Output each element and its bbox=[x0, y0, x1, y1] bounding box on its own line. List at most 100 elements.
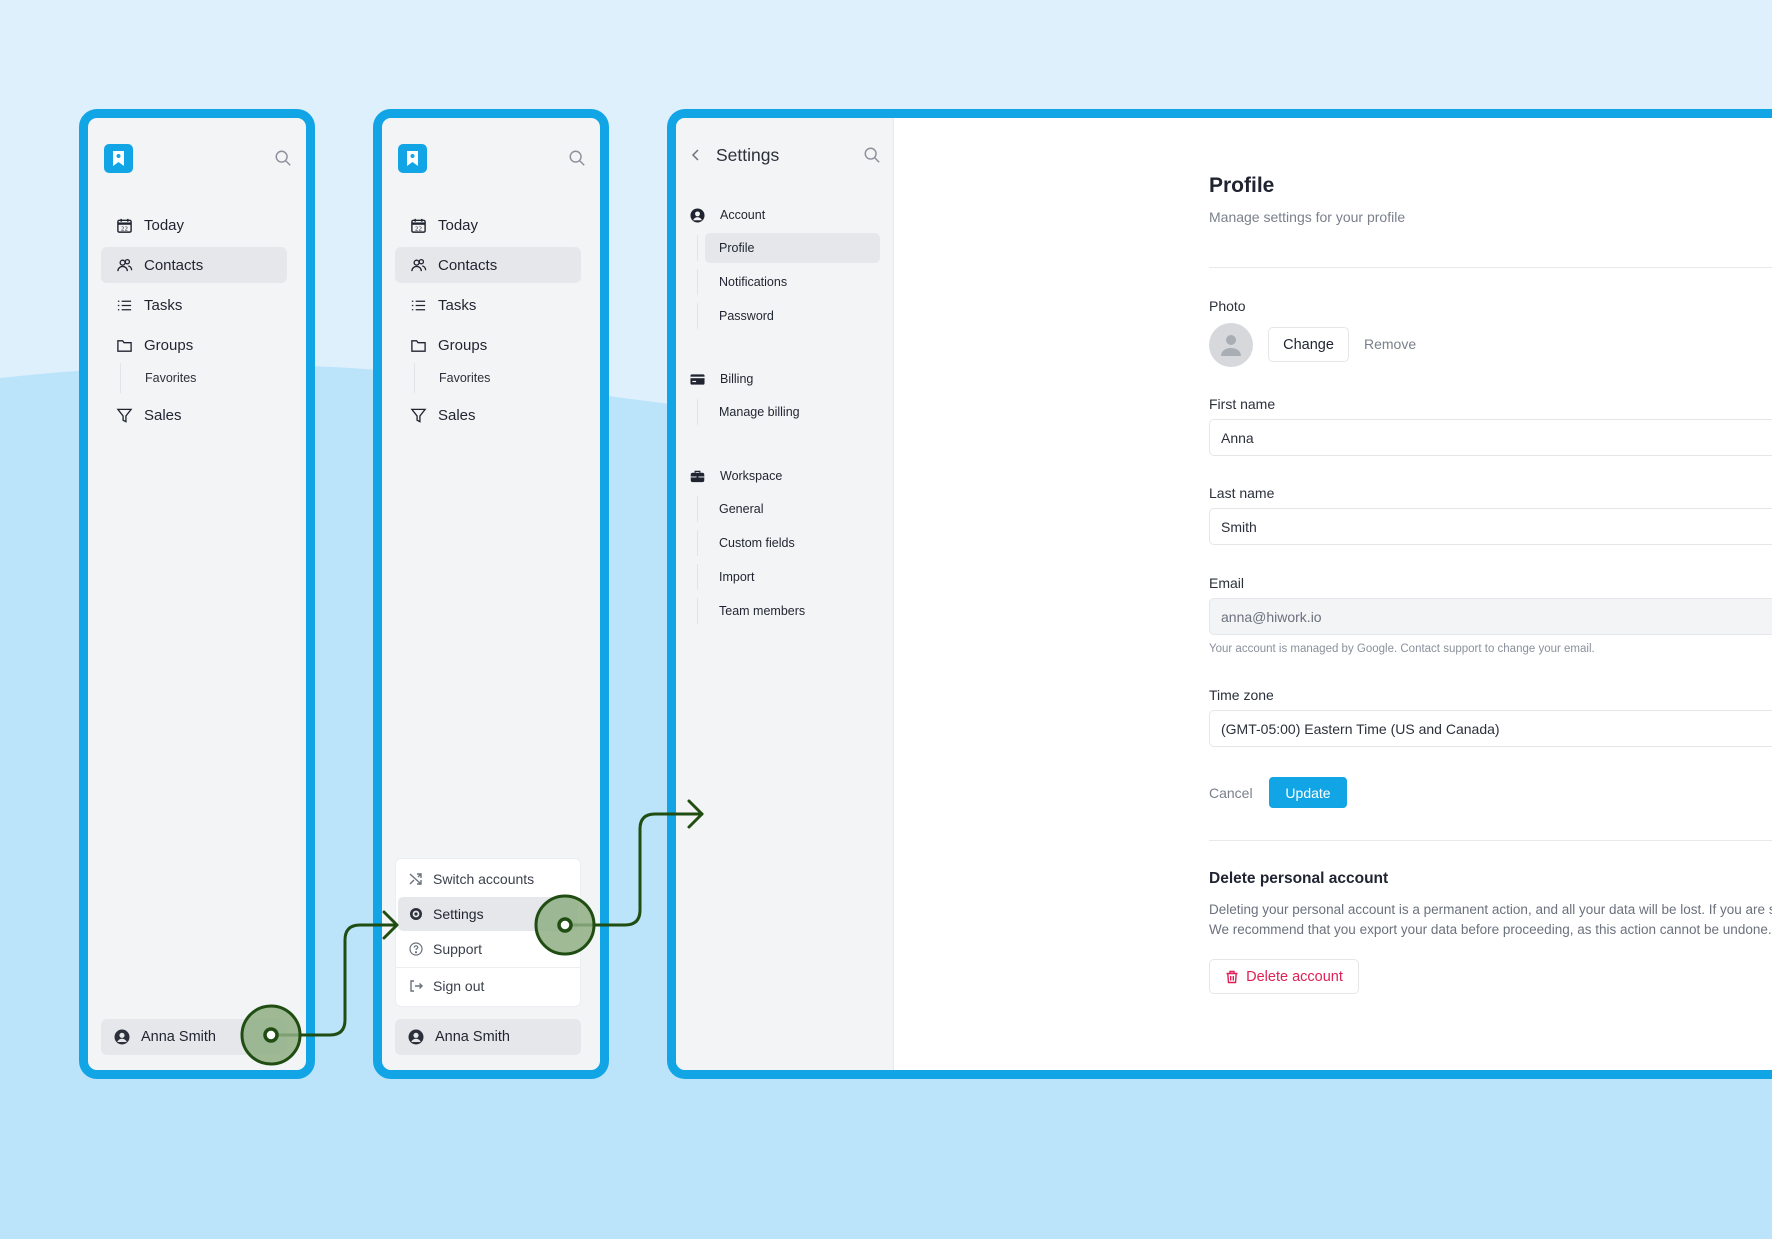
sidebar-item-today[interactable]: 22 Today bbox=[395, 207, 581, 243]
user-name: Anna Smith bbox=[435, 1029, 510, 1045]
remove-photo-button[interactable]: Remove bbox=[1364, 336, 1416, 352]
sign-out-icon bbox=[410, 980, 423, 992]
change-photo-button[interactable]: Change bbox=[1268, 327, 1349, 362]
photo-label: Photo bbox=[1209, 298, 1246, 314]
email-hint: Your account is managed by Google. Conta… bbox=[1209, 643, 1595, 655]
shuffle-icon bbox=[409, 873, 422, 885]
page-title: Profile bbox=[1209, 174, 1275, 197]
svg-text:22: 22 bbox=[414, 226, 422, 232]
sidebar-item-label: Groups bbox=[144, 336, 194, 354]
section-divider bbox=[1209, 840, 1772, 841]
last-name-label: Last name bbox=[1209, 485, 1275, 501]
settings-group-workspace: Workspace General Custom fields Import T… bbox=[690, 462, 880, 626]
trash-icon bbox=[1226, 970, 1238, 983]
settings-item-manage-billing[interactable]: Manage billing bbox=[697, 397, 880, 427]
delete-account-description: Deleting your personal account is a perm… bbox=[1209, 902, 1772, 937]
settings-group-label: Account bbox=[720, 208, 766, 222]
first-name-input[interactable]: Anna bbox=[1209, 419, 1772, 456]
sidebar-frame-menu-open: 22 Today Contacts Tasks Groups Favorites… bbox=[373, 109, 609, 1079]
settings-group-label: Workspace bbox=[720, 469, 783, 483]
sidebar-item-sales[interactable]: Sales bbox=[101, 397, 287, 433]
menu-item-support[interactable]: Support bbox=[398, 932, 578, 966]
settings-frame: Settings Account Profile Notifications P… bbox=[667, 109, 1772, 1079]
email-label: Email bbox=[1209, 575, 1245, 591]
user-placeholder-icon bbox=[1221, 335, 1241, 356]
gear-icon bbox=[410, 908, 422, 920]
settings-item-profile[interactable]: Profile bbox=[697, 233, 880, 263]
sidebar-item-favorites[interactable]: Favorites bbox=[120, 363, 287, 393]
sidebar-item-label: Today bbox=[144, 216, 185, 234]
settings-header: Settings bbox=[688, 140, 881, 170]
sidebar-item-sales[interactable]: Sales bbox=[395, 397, 581, 433]
settings-item-password[interactable]: Password bbox=[697, 301, 880, 331]
cancel-button[interactable]: Cancel bbox=[1209, 785, 1253, 801]
search-icon[interactable] bbox=[274, 149, 294, 169]
settings-item-team-members[interactable]: Team members bbox=[697, 596, 880, 626]
sidebar-item-label: Favorites bbox=[145, 371, 197, 385]
sidebar-item-tasks[interactable]: Tasks bbox=[101, 287, 287, 323]
list-icon bbox=[409, 296, 427, 314]
settings-group-billing: Billing Manage billing bbox=[690, 365, 880, 427]
sidebar-nav: 22 Today Contacts Tasks Groups Favorites… bbox=[395, 207, 581, 437]
user-circle-icon bbox=[408, 1029, 424, 1045]
delete-account-label: Delete account bbox=[1246, 968, 1343, 985]
search-icon[interactable] bbox=[568, 149, 588, 169]
sidebar-item-label: Today bbox=[438, 216, 479, 234]
sidebar-nav: 22 Today Contacts Tasks Groups Favorites… bbox=[101, 207, 287, 437]
settings-group-account: Account Profile Notifications Password bbox=[690, 201, 880, 331]
calendar-icon: 22 bbox=[115, 216, 133, 234]
user-account-button[interactable]: Anna Smith bbox=[101, 1019, 287, 1055]
user-circle-icon bbox=[114, 1029, 130, 1045]
sidebar-item-label: Favorites bbox=[439, 371, 491, 385]
sidebar-item-contacts[interactable]: Contacts bbox=[395, 247, 581, 283]
timezone-select[interactable]: (GMT-05:00) Eastern Time (US and Canada) bbox=[1209, 710, 1772, 747]
settings-item-notifications[interactable]: Notifications bbox=[697, 267, 880, 297]
sidebar-item-groups[interactable]: Groups bbox=[395, 327, 581, 363]
search-icon[interactable] bbox=[863, 146, 881, 164]
email-input[interactable]: anna@hiwork.io bbox=[1209, 598, 1772, 635]
user-menu: Switch accounts Settings Support Sign ou… bbox=[395, 858, 581, 1007]
sidebar-item-label: Tasks bbox=[144, 296, 183, 314]
sidebar-item-favorites[interactable]: Favorites bbox=[414, 363, 581, 393]
settings-item-custom-fields[interactable]: Custom fields bbox=[697, 528, 880, 558]
user-account-button[interactable]: Anna Smith bbox=[395, 1019, 581, 1055]
menu-item-label: Support bbox=[433, 941, 483, 957]
chevron-left-icon[interactable] bbox=[688, 147, 704, 163]
list-icon bbox=[115, 296, 133, 314]
settings-item-import[interactable]: Import bbox=[697, 562, 880, 592]
sidebar-item-contacts[interactable]: Contacts bbox=[101, 247, 287, 283]
menu-item-settings[interactable]: Settings bbox=[398, 897, 578, 931]
sidebar-item-groups[interactable]: Groups bbox=[101, 327, 287, 363]
timezone-label: Time zone bbox=[1209, 687, 1274, 703]
first-name-label: First name bbox=[1209, 396, 1276, 412]
update-button[interactable]: Update bbox=[1269, 777, 1347, 808]
last-name-input[interactable]: Smith bbox=[1209, 508, 1772, 545]
folder-icon bbox=[409, 336, 427, 354]
settings-content: Profile Manage settings for your profile… bbox=[894, 118, 1772, 1070]
calendar-icon: 22 bbox=[409, 216, 427, 234]
users-icon bbox=[115, 256, 133, 274]
menu-item-switch-accounts[interactable]: Switch accounts bbox=[398, 862, 578, 896]
section-divider bbox=[1209, 267, 1772, 268]
users-icon bbox=[409, 256, 427, 274]
avatar[interactable] bbox=[1209, 323, 1253, 367]
credit-card-icon bbox=[690, 373, 705, 385]
sidebar-item-label: Groups bbox=[438, 336, 488, 354]
sidebar-item-tasks[interactable]: Tasks bbox=[395, 287, 581, 323]
settings-item-general[interactable]: General bbox=[697, 494, 880, 524]
menu-item-sign-out[interactable]: Sign out bbox=[398, 969, 578, 1003]
user-circle-icon bbox=[690, 207, 705, 223]
menu-item-label: Switch accounts bbox=[433, 871, 535, 887]
svg-text:22: 22 bbox=[120, 226, 128, 232]
bookmark-logo-icon[interactable] bbox=[398, 144, 427, 173]
settings-group-label: Billing bbox=[720, 372, 754, 386]
bookmark-logo-icon[interactable] bbox=[104, 144, 133, 173]
page-subtitle: Manage settings for your profile bbox=[1209, 209, 1406, 225]
sidebar-item-label: Contacts bbox=[438, 256, 498, 274]
sidebar-item-label: Sales bbox=[438, 406, 476, 424]
delete-account-button[interactable]: Delete account bbox=[1209, 959, 1359, 994]
sidebar-item-today[interactable]: 22 Today bbox=[101, 207, 287, 243]
delete-account-title: Delete personal account bbox=[1209, 870, 1389, 887]
sidebar-item-label: Sales bbox=[144, 406, 182, 424]
folder-icon bbox=[115, 336, 133, 354]
